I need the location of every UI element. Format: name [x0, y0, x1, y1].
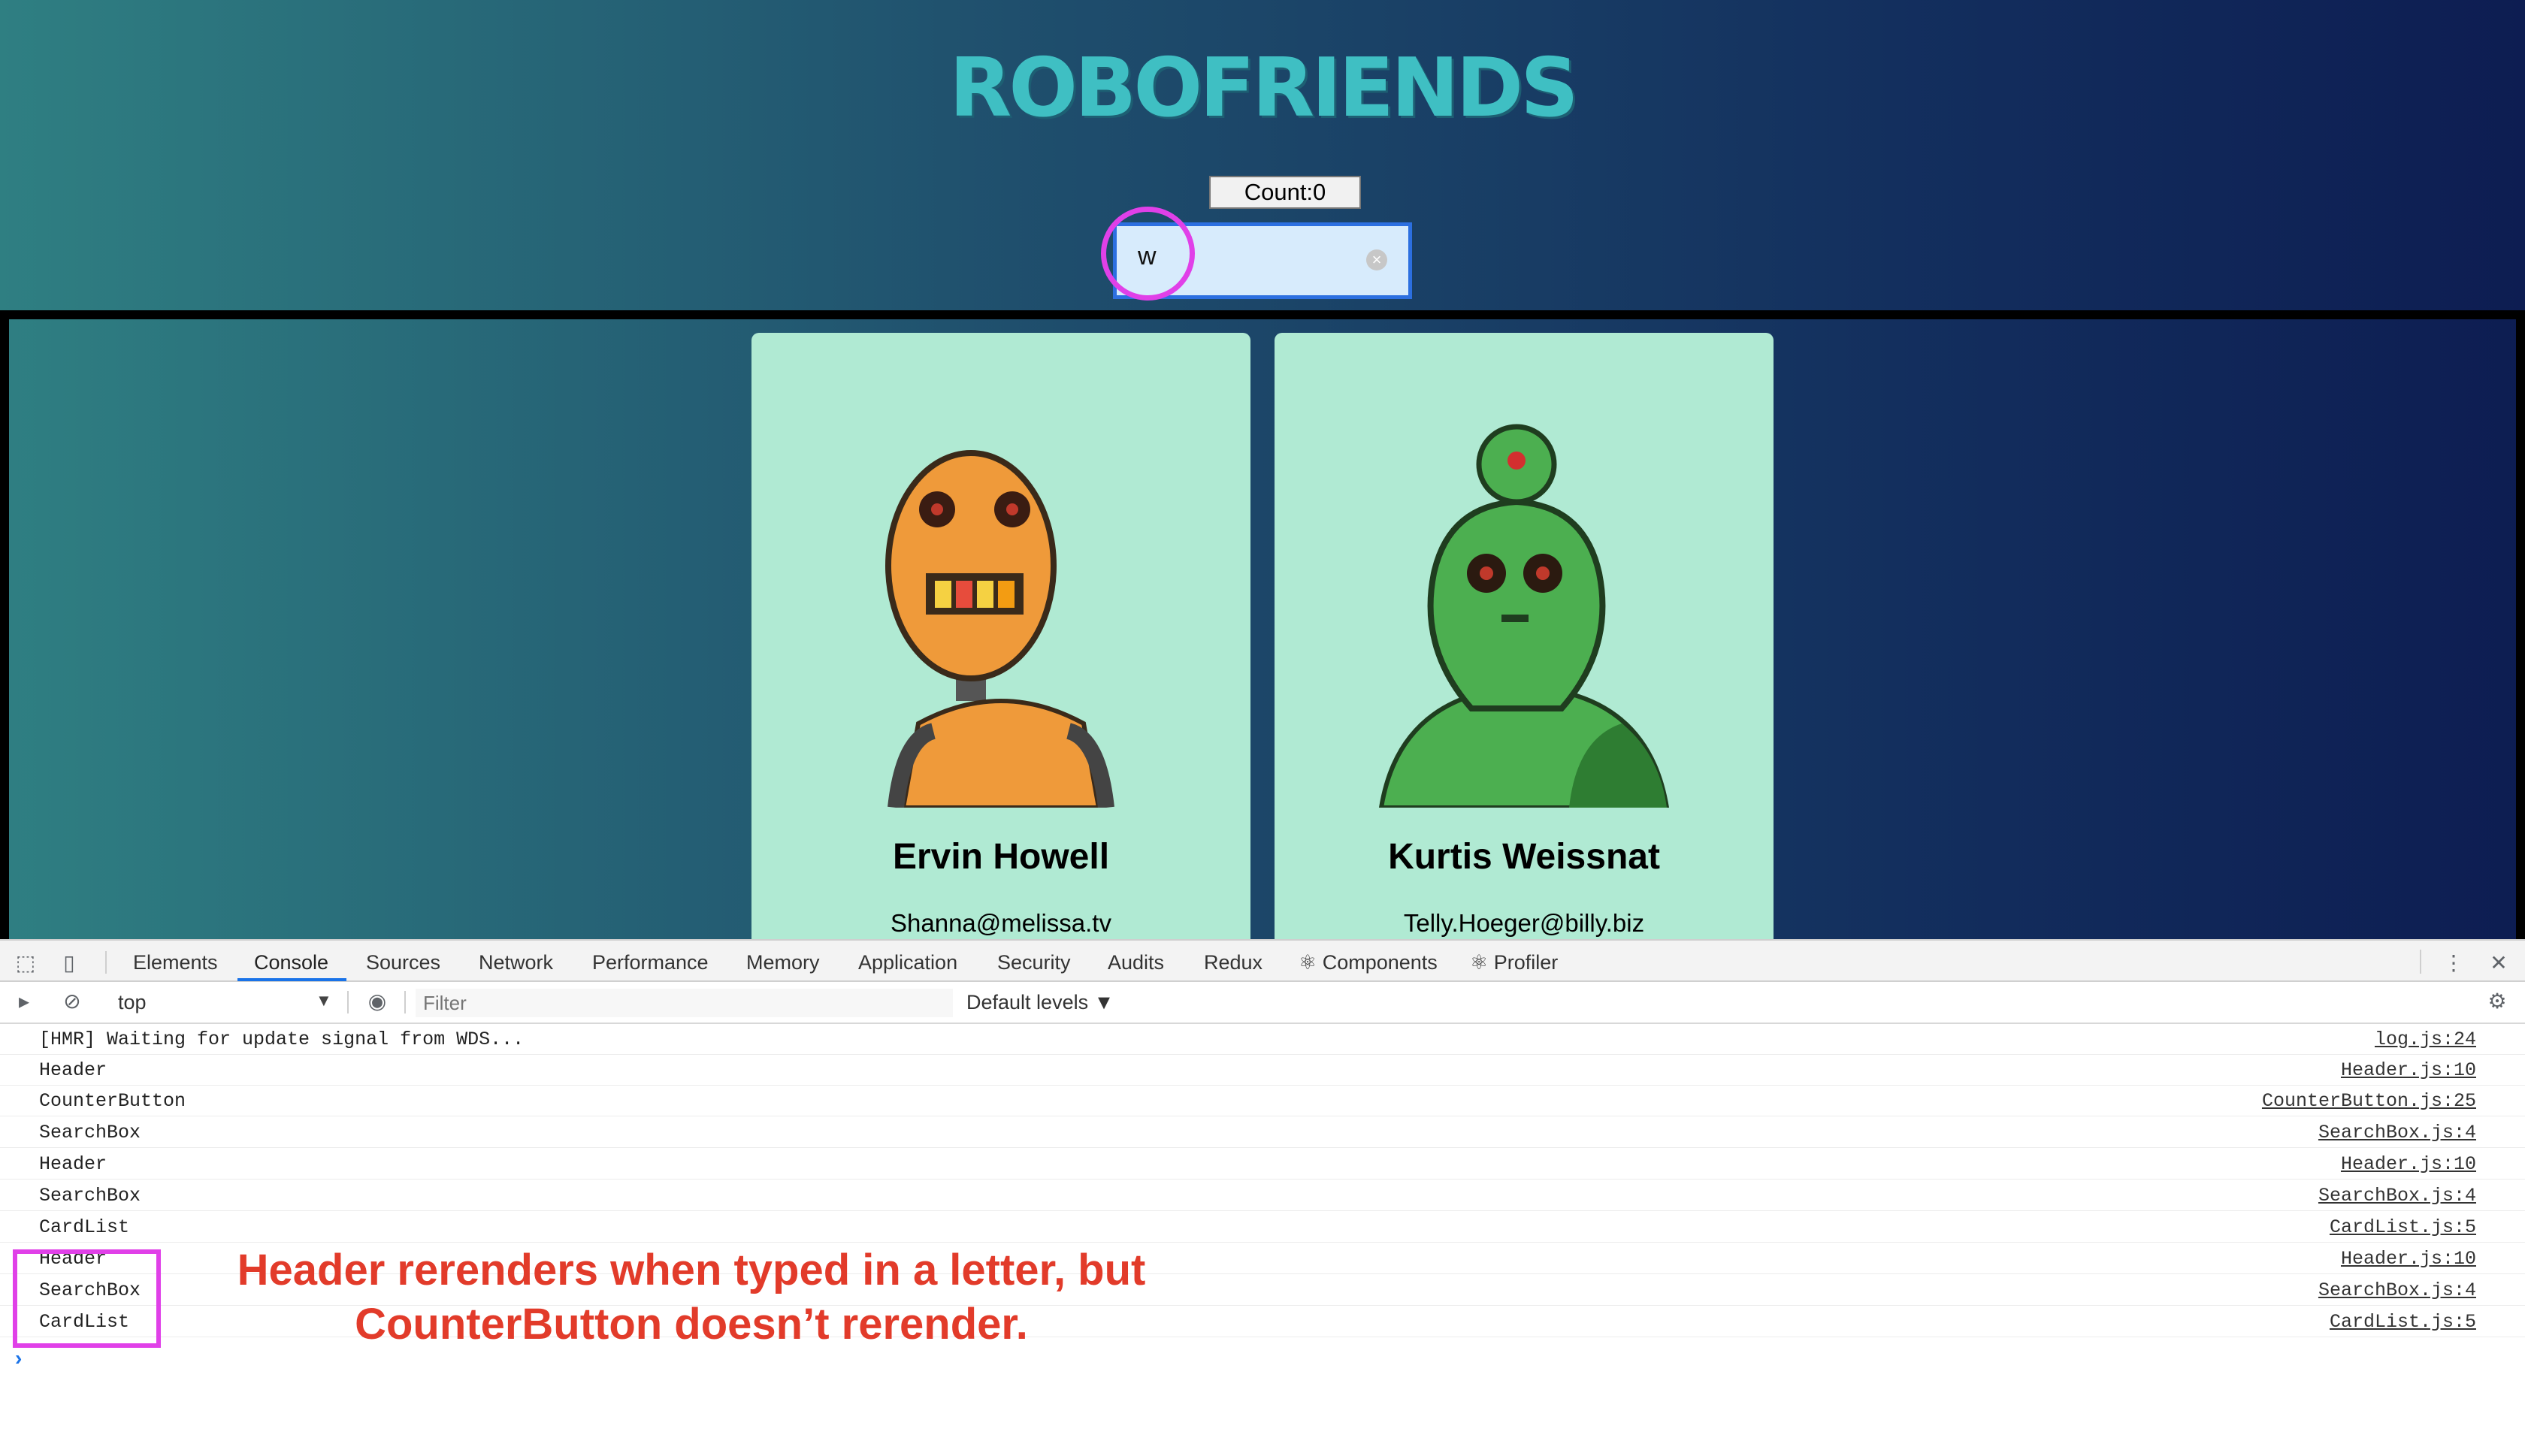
devtools-tabbar: ⬚ ▯ Elements Console Sources Network Per… [0, 939, 2525, 982]
counter-button[interactable]: Count:0 [1209, 176, 1361, 209]
console-message: Header [39, 1153, 107, 1175]
console-message: SearchBox [39, 1185, 141, 1207]
console-source-link[interactable]: SearchBox.js:4 [2318, 1122, 2476, 1143]
divider [2420, 950, 2421, 974]
settings-gear-icon[interactable]: ⚙ [2485, 989, 2509, 1013]
annotation-line-1: Header rerenders when typed in a letter,… [237, 1246, 1146, 1294]
inspect-element-icon[interactable]: ⬚ [14, 951, 38, 975]
console-source-link[interactable]: CardList.js:5 [2330, 1216, 2476, 1238]
console-source-link[interactable]: SearchBox.js:4 [2318, 1185, 2476, 1207]
console-row: CardList CardList.js:5 [0, 1212, 2525, 1243]
active-tab-indicator [237, 978, 346, 981]
card-email: Telly.Hoeger@billy.biz [1403, 909, 1645, 937]
log-levels-select[interactable]: Default levels ▼ [966, 991, 1114, 1014]
context-select[interactable]: top [118, 991, 147, 1014]
console-message: CardList [39, 1216, 130, 1238]
tab-security[interactable]: Security [997, 941, 1071, 982]
robofriends-app: ROBOFRIENDS Count:0 w × Ervin Howell Sha… [0, 0, 2525, 939]
tab-network[interactable]: Network [479, 941, 553, 982]
card-name: Kurtis Weissnat [1388, 837, 1660, 877]
tab-console[interactable]: Console [254, 941, 328, 982]
tab-performance[interactable]: Performance [592, 941, 709, 982]
console-source-link[interactable]: CardList.js:5 [2330, 1311, 2476, 1333]
card-name: Ervin Howell [892, 837, 1110, 877]
devtools-panel: ⬚ ▯ Elements Console Sources Network Per… [0, 939, 2525, 1456]
console-source-link[interactable]: Header.js:10 [2341, 1153, 2476, 1175]
close-icon[interactable]: ✕ [2487, 951, 2511, 975]
tab-redux[interactable]: Redux [1204, 941, 1262, 982]
console-message: SearchBox [39, 1122, 141, 1143]
console-filter-bar: ▸ ⊘ top ▼ ◉ Default levels ▼ ⚙ [0, 982, 2525, 1024]
tab-memory[interactable]: Memory [746, 941, 820, 982]
robot-avatar-green [1378, 424, 1670, 808]
tab-components[interactable]: ⚛ Components [1299, 941, 1438, 982]
console-row: CounterButton CounterButton.js:25 [0, 1086, 2525, 1116]
console-prompt[interactable]: › [15, 1346, 22, 1370]
console-row: Header Header.js:10 [0, 1149, 2525, 1180]
console-source-link[interactable]: Header.js:10 [2341, 1059, 2476, 1081]
live-expression-eye-icon[interactable]: ◉ [365, 989, 389, 1013]
sidebar-toggle-icon[interactable]: ▸ [12, 989, 36, 1013]
console-source-link[interactable]: Header.js:10 [2341, 1248, 2476, 1270]
app-title: ROBOFRIENDS [949, 41, 1579, 135]
console-row: SearchBox SearchBox.js:4 [0, 1117, 2525, 1148]
console-message: CounterButton [39, 1090, 186, 1112]
card-list-scroll-container[interactable] [0, 310, 2525, 939]
highlight-circle [1101, 207, 1195, 301]
console-source-link[interactable]: CounterButton.js:25 [2262, 1090, 2476, 1112]
tab-elements[interactable]: Elements [133, 941, 218, 982]
console-filter-input[interactable] [416, 989, 953, 1017]
tab-sources[interactable]: Sources [366, 941, 440, 982]
console-row: [HMR] Waiting for update signal from WDS… [0, 1024, 2525, 1055]
device-toolbar-icon[interactable]: ▯ [57, 951, 81, 975]
console-message: [HMR] Waiting for update signal from WDS… [39, 1029, 525, 1050]
divider [404, 991, 406, 1013]
clear-search-icon[interactable]: × [1366, 249, 1387, 270]
console-source-link[interactable]: log.js:24 [2375, 1029, 2476, 1050]
clear-console-icon[interactable]: ⊘ [60, 989, 84, 1013]
more-options-icon[interactable]: ⋮ [2442, 951, 2466, 975]
chevron-down-icon[interactable]: ▼ [316, 991, 332, 1010]
robot-card[interactable]: Ervin Howell Shanna@melissa.tv [751, 333, 1250, 939]
console-message: Header [39, 1059, 107, 1081]
robot-card[interactable]: Kurtis Weissnat Telly.Hoeger@billy.biz [1275, 333, 1774, 939]
console-row: SearchBox SearchBox.js:4 [0, 1180, 2525, 1211]
tab-audits[interactable]: Audits [1108, 941, 1164, 982]
console-row: Header Header.js:10 [0, 1055, 2525, 1086]
divider [105, 951, 107, 974]
annotation-line-2: CounterButton doesn’t rerender. [355, 1300, 1028, 1349]
robot-avatar-orange [885, 450, 1114, 808]
card-email: Shanna@melissa.tv [891, 909, 1111, 937]
annotation-highlight-box [13, 1249, 161, 1348]
annotation-text: Header rerenders when typed in a letter,… [188, 1243, 1195, 1352]
tab-application[interactable]: Application [858, 941, 957, 982]
divider [347, 991, 349, 1013]
tab-profiler[interactable]: ⚛ Profiler [1470, 941, 1558, 982]
console-source-link[interactable]: SearchBox.js:4 [2318, 1279, 2476, 1301]
